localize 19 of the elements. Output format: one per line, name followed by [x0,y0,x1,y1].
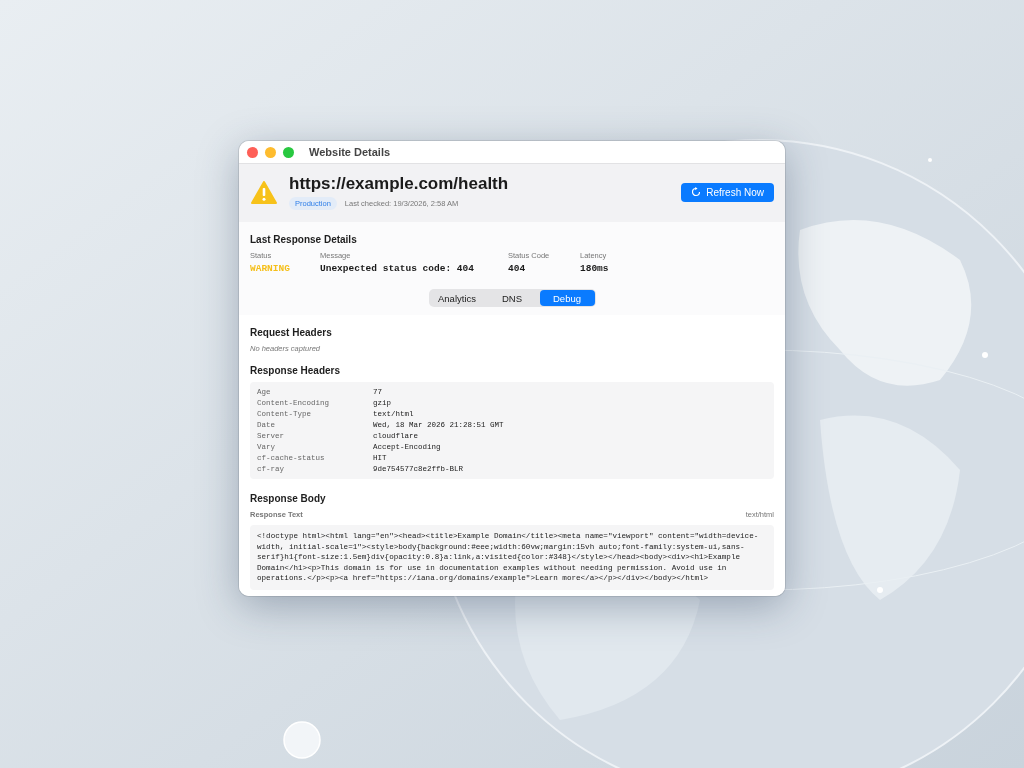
minimize-button[interactable] [265,146,276,158]
tab[interactable]: DNS [484,290,540,306]
zoom-button[interactable] [283,146,294,158]
field-value: 180ms [580,263,610,274]
warning-icon [251,180,277,204]
website-url: https://example.com/health [289,174,510,194]
tab[interactable]: Debug [539,290,595,306]
refresh-button[interactable]: Refresh Now [681,182,774,202]
close-button[interactable] [247,146,258,158]
section-title: Response Body [250,493,327,504]
window-title: Website Details [309,146,391,158]
section-title: Last Response Details [250,234,358,245]
tab[interactable]: Analytics [429,290,485,306]
field-value: Unexpected status code: 404 [320,263,475,274]
field-value: 404 [508,263,527,274]
refresh-icon [691,187,702,197]
section-title: Request Headers [250,327,333,338]
field-value: WARNING [250,263,291,274]
section-title: Response Headers [250,365,342,376]
